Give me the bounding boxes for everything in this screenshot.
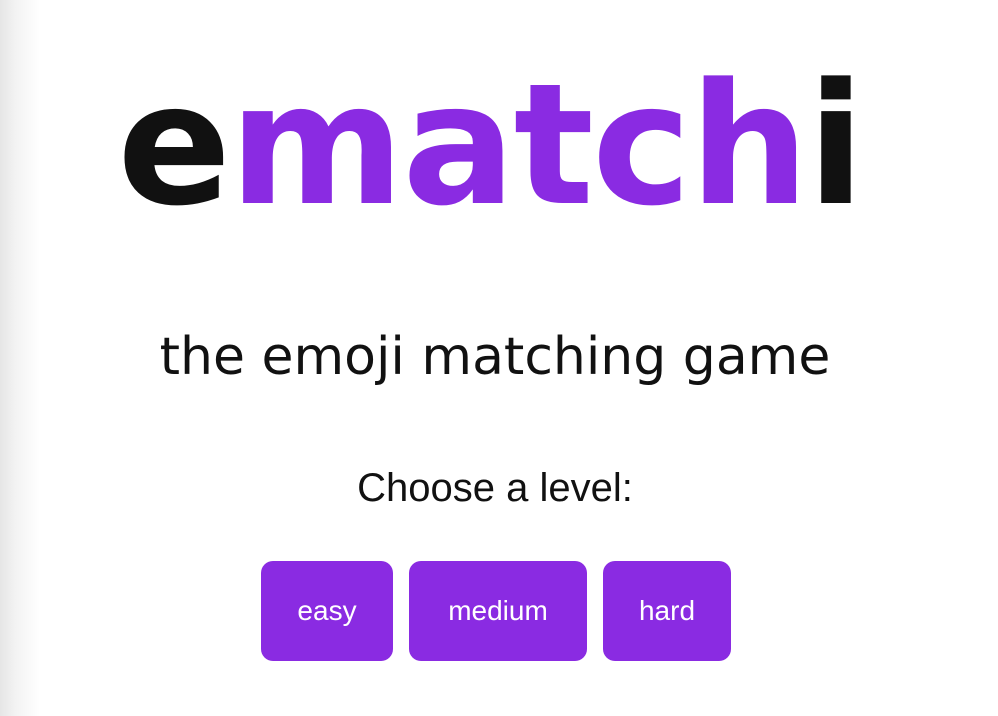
app-logo: ematchi <box>0 45 980 245</box>
logo-letter-i: i <box>807 47 865 243</box>
tagline: the emoji matching game <box>159 327 831 387</box>
level-buttons: easy medium hard <box>261 561 731 661</box>
hard-button[interactable]: hard <box>603 561 731 661</box>
easy-button[interactable]: easy <box>261 561 393 661</box>
logo-letter-e: e <box>117 47 231 243</box>
logo-match: match <box>229 47 809 243</box>
level-prompt: Choose a level: <box>357 466 633 510</box>
medium-button[interactable]: medium <box>409 561 587 661</box>
